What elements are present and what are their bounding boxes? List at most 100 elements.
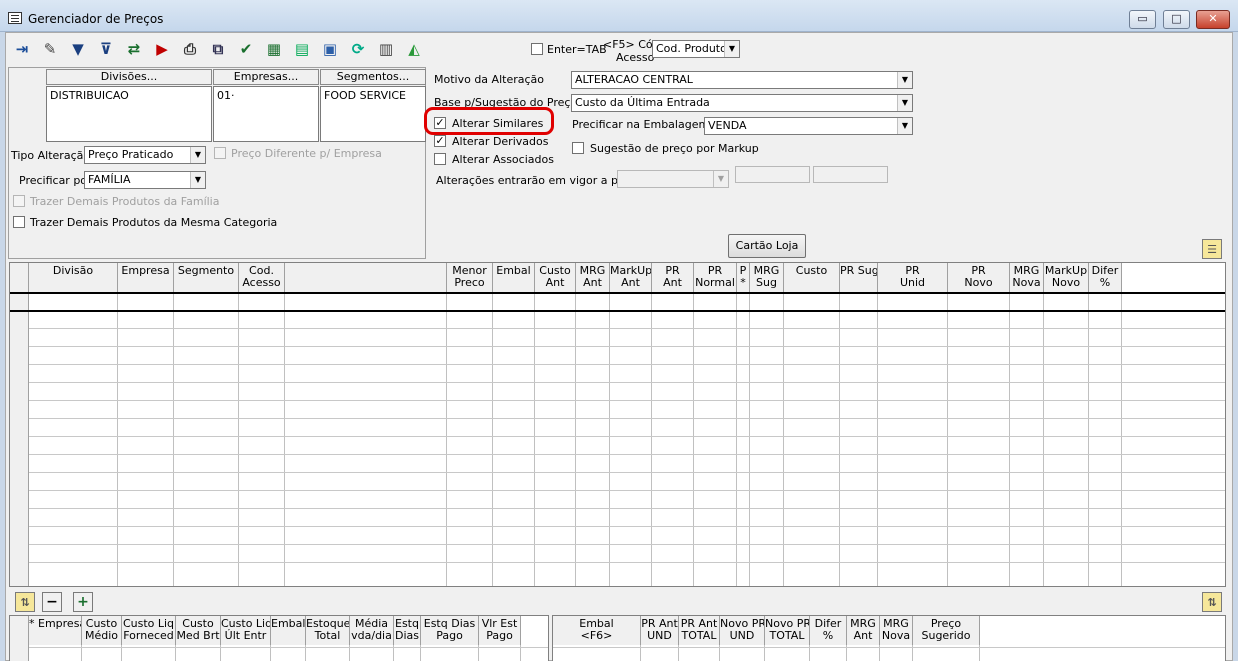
- grid-toggle-right-icon[interactable]: ⇅: [1202, 592, 1222, 612]
- column-header[interactable]: MRG Sug: [750, 263, 784, 292]
- column-header[interactable]: Divisão: [29, 263, 118, 292]
- maximize-button[interactable]: □: [1163, 10, 1190, 29]
- column-header[interactable]: MRG Ant: [576, 263, 610, 292]
- motivo-combo[interactable]: ALTERACAO CENTRAL ▼: [571, 71, 913, 89]
- column-header[interactable]: PR Novo: [948, 263, 1010, 292]
- grid-row-line: [10, 544, 1225, 545]
- grid-column-line: [947, 292, 948, 586]
- codigo-combo[interactable]: Cod. Produto ▼: [652, 40, 740, 58]
- preco-diferente-checkbox[interactable]: [214, 147, 226, 159]
- alterar-associados-checkbox[interactable]: [434, 153, 446, 165]
- grid-row-line: [10, 400, 1225, 401]
- vigor-time-field[interactable]: [735, 166, 810, 183]
- vigor-date-combo[interactable]: ▼: [617, 170, 729, 188]
- exit-icon[interactable]: ⇥: [9, 37, 35, 61]
- precificar-por-combo[interactable]: FAMÍLIA ▼: [84, 171, 206, 189]
- base-sugestao-combo[interactable]: Custo da Última Entrada ▼: [571, 94, 913, 112]
- column-header[interactable]: Menor Preco: [447, 263, 493, 292]
- chart-icon[interactable]: ◭: [401, 37, 427, 61]
- column-header[interactable]: Embal: [493, 263, 535, 292]
- divisoes-list-item[interactable]: DISTRIBUICAO: [50, 89, 129, 102]
- print-icon[interactable]: ⎙: [177, 37, 203, 61]
- column-header[interactable]: MRG Nova: [880, 616, 913, 645]
- column-header[interactable]: Embal <F6>: [553, 616, 641, 645]
- filter-check-icon[interactable]: ⊽: [93, 37, 119, 61]
- empresas-list-item[interactable]: 01·: [217, 89, 235, 102]
- column-header[interactable]: Custo Ant: [535, 263, 576, 292]
- column-header[interactable]: Média vda/dia: [350, 616, 394, 645]
- vigor-extra-field[interactable]: [813, 166, 888, 183]
- close-button[interactable]: ✕: [1196, 10, 1230, 29]
- filter-icon[interactable]: ▼: [65, 37, 91, 61]
- column-header[interactable]: Difer%: [810, 616, 847, 645]
- column-header[interactable]: PR Ant: [652, 263, 694, 292]
- edit-icon[interactable]: ✎: [37, 37, 63, 61]
- refresh-icon[interactable]: ⟳: [345, 37, 371, 61]
- bottom-right-grid[interactable]: Embal <F6> PR Ant UND PR Ant TOTAL Novo PR UND N…: [552, 615, 1226, 661]
- enter-tab-checkbox[interactable]: [531, 43, 543, 55]
- minimize-button[interactable]: ▭: [1129, 10, 1156, 29]
- approve-icon[interactable]: ✔: [233, 37, 259, 61]
- column-header[interactable]: Custo Médio: [82, 616, 122, 645]
- column-header[interactable]: Difer%: [1089, 263, 1122, 292]
- column-header[interactable]: PR Unid: [878, 263, 948, 292]
- column-header[interactable]: MarkUp Ant: [610, 263, 652, 292]
- column-header[interactable]: Novo PR TOTAL: [765, 616, 810, 645]
- column-header[interactable]: PR Normal: [694, 263, 737, 292]
- column-header[interactable]: Estq Dias: [394, 616, 421, 645]
- column-header[interactable]: P *: [737, 263, 750, 292]
- column-header[interactable]: Custo Liq Últ Entr: [221, 616, 271, 645]
- column-header[interactable]: MRG Ant: [847, 616, 880, 645]
- trazer-categoria-checkbox[interactable]: [13, 216, 25, 228]
- print-preview-icon[interactable]: ⧉: [205, 37, 231, 61]
- export-icon[interactable]: ▶: [149, 37, 175, 61]
- calculator-icon[interactable]: ▥: [373, 37, 399, 61]
- column-header[interactable]: PR Ant UND: [641, 616, 679, 645]
- grid-column-line: [446, 292, 447, 586]
- column-header[interactable]: PR Sug: [840, 263, 878, 292]
- column-header[interactable]: Cod. Acesso: [239, 263, 285, 292]
- tipo-alteracao-combo[interactable]: Preço Praticado ▼: [84, 146, 206, 164]
- save-icon[interactable]: ▣: [317, 37, 343, 61]
- spreadsheet-icon[interactable]: ▤: [289, 37, 315, 61]
- column-header[interactable]: Novo PR UND: [720, 616, 765, 645]
- column-header[interactable]: Segmento: [174, 263, 239, 292]
- alterar-derivados-checkbox[interactable]: ✓: [434, 135, 446, 147]
- column-header[interactable]: MarkUp Novo: [1044, 263, 1089, 292]
- transfer-icon[interactable]: ⇄: [121, 37, 147, 61]
- sugestao-markup-checkbox[interactable]: [572, 142, 584, 154]
- cartao-loja-button[interactable]: Cartão Loja: [728, 234, 806, 258]
- column-header[interactable]: * Empresa: [29, 616, 82, 645]
- divisoes-header-button[interactable]: Divisões...: [46, 69, 212, 85]
- column-config-icon[interactable]: ☰: [1202, 239, 1222, 259]
- column-header[interactable]: Vlr Est Pago: [479, 616, 521, 645]
- column-header[interactable]: Custo Liq Forneced: [122, 616, 176, 645]
- precificar-embalagem-combo[interactable]: VENDA ▼: [704, 117, 913, 135]
- vigor-label: Alterações entrarão em vigor a partir: [436, 174, 642, 187]
- empresas-list[interactable]: 01·: [213, 86, 319, 142]
- column-header[interactable]: MRG Nova: [1010, 263, 1044, 292]
- column-header[interactable]: Empresa: [118, 263, 174, 292]
- segmentos-list-item[interactable]: FOOD SERVICE: [324, 89, 406, 102]
- add-row-button[interactable]: +: [73, 592, 93, 612]
- column-header[interactable]: Custo: [784, 263, 840, 292]
- column-header[interactable]: Preço Sugerido: [913, 616, 980, 645]
- grid-toggle-icon[interactable]: ⇅: [15, 592, 35, 612]
- column-header[interactable]: Estq Dias Pago: [421, 616, 479, 645]
- column-header-line2: %: [822, 629, 834, 642]
- segmentos-list[interactable]: FOOD SERVICE: [320, 86, 426, 142]
- column-header[interactable]: [285, 263, 447, 292]
- column-header[interactable]: Estoque Total: [306, 616, 350, 645]
- divisoes-list[interactable]: DISTRIBUICAO: [46, 86, 212, 142]
- trazer-familia-checkbox[interactable]: [13, 195, 25, 207]
- segmentos-header-button[interactable]: Segmentos...: [320, 69, 426, 85]
- row-selector-header: [10, 616, 29, 645]
- bottom-left-grid[interactable]: * Empresa Custo Médio Custo Liq Forneced Cust…: [9, 615, 549, 661]
- empresas-header-button[interactable]: Empresas...: [213, 69, 319, 85]
- column-header[interactable]: Custo Med Brt: [176, 616, 221, 645]
- remove-row-button[interactable]: −: [42, 592, 62, 612]
- main-grid[interactable]: Divisão Empresa Segmento Cod. Acesso Menor Pre…: [9, 262, 1226, 587]
- column-header[interactable]: PR Ant TOTAL: [679, 616, 720, 645]
- column-header[interactable]: Embal: [271, 616, 306, 645]
- new-grid-icon[interactable]: ▦: [261, 37, 287, 61]
